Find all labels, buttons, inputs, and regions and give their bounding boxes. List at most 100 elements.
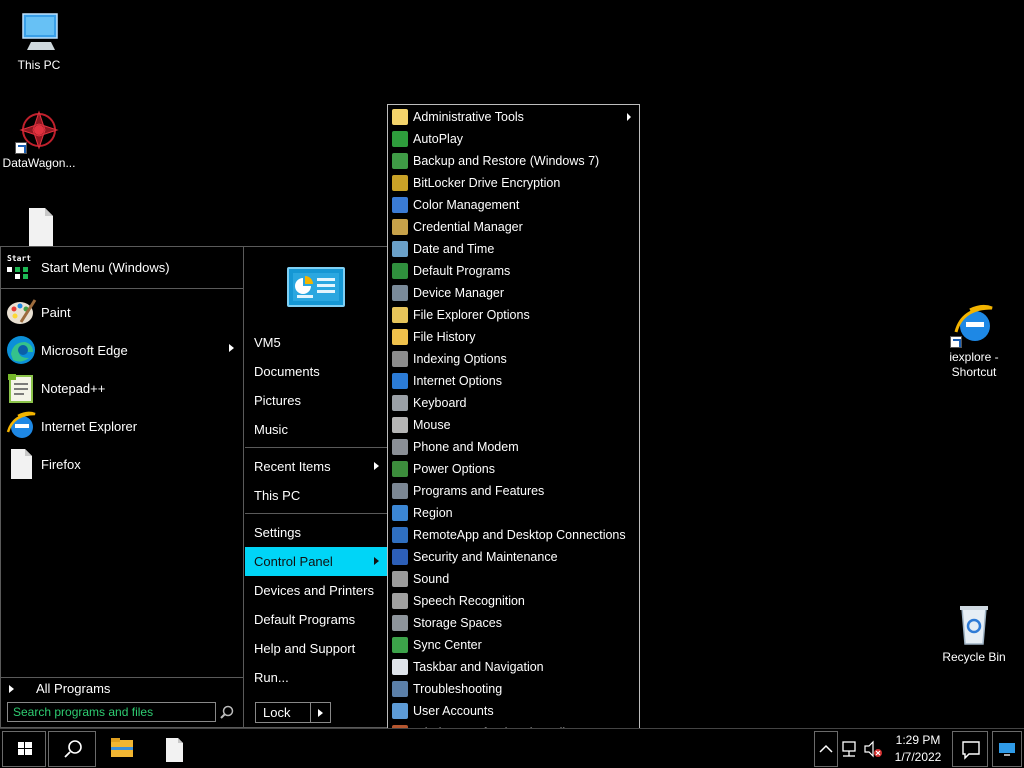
program-paint[interactable]: Paint [1, 293, 244, 331]
desktop-icon-datawagon[interactable]: DataWagon... [0, 108, 78, 171]
volume-tray-icon[interactable] [862, 737, 884, 761]
default-programs-icon [392, 263, 408, 279]
right-item-default-programs[interactable]: Default Programs [245, 605, 387, 634]
submenu-arrow-icon [374, 557, 379, 565]
control-panel-item-default-programs[interactable]: Default Programs [388, 260, 639, 282]
control-panel-item-remoteapp-and-desktop-connections[interactable]: RemoteApp and Desktop Connections [388, 524, 639, 546]
program-firefox[interactable]: Firefox [1, 445, 244, 483]
control-panel-item-mouse[interactable]: Mouse [388, 414, 639, 436]
mouse-icon [392, 417, 408, 433]
start-menu: Start Start Menu (Windows) Paint Microso… [0, 246, 388, 728]
control-panel-item-power-options[interactable]: Power Options [388, 458, 639, 480]
right-item-control-panel[interactable]: Control Panel [245, 547, 387, 576]
indexing-icon [392, 351, 408, 367]
control-panel-item-color-management[interactable]: Color Management [388, 194, 639, 216]
control-panel-item-sound[interactable]: Sound [388, 568, 639, 590]
desktop-icon-this-pc[interactable]: This PC [0, 10, 78, 73]
right-item-run[interactable]: Run... [245, 663, 387, 692]
all-programs-button[interactable]: All Programs [1, 677, 244, 699]
start-menu-logo-icon: Start [7, 254, 35, 281]
control-panel-item-label: RemoteApp and Desktop Connections [413, 528, 626, 542]
right-item-label: Run... [254, 670, 289, 685]
control-panel-item-user-accounts[interactable]: User Accounts [388, 700, 639, 722]
control-panel-item-label: Security and Maintenance [413, 550, 558, 564]
divider [245, 447, 387, 448]
show-hidden-icons-button[interactable] [814, 731, 838, 767]
network-icon [842, 741, 856, 757]
right-item-documents[interactable]: Documents [245, 357, 387, 386]
right-item-vm5[interactable]: VM5 [245, 328, 387, 357]
control-panel-item-phone-and-modem[interactable]: Phone and Modem [388, 436, 639, 458]
control-panel-item-backup-and-restore-windows-7[interactable]: Backup and Restore (Windows 7) [388, 150, 639, 172]
start-menu-header[interactable]: Start Start Menu (Windows) [1, 247, 244, 289]
start-menu-left-column: Start Start Menu (Windows) Paint Microso… [1, 247, 244, 727]
credential-icon [392, 219, 408, 235]
right-item-label: This PC [254, 488, 301, 503]
control-panel-item-bitlocker-drive-encryption[interactable]: BitLocker Drive Encryption [388, 172, 639, 194]
start-button[interactable] [2, 731, 46, 767]
desktop-icon-iexplore-shortcut[interactable]: iexplore - Shortcut [935, 302, 1013, 380]
user-picture-avatar[interactable] [287, 267, 345, 307]
control-panel-item-file-history[interactable]: File History [388, 326, 639, 348]
lock-button[interactable]: Lock [255, 702, 311, 723]
search-icon[interactable] [219, 704, 235, 720]
network-tray-icon[interactable] [840, 737, 860, 761]
program-notepad-plus-plus[interactable]: Notepad++ [1, 369, 244, 407]
control-panel-item-speech-recognition[interactable]: Speech Recognition [388, 590, 639, 612]
sync-icon [392, 637, 408, 653]
control-panel-item-device-manager[interactable]: Device Manager [388, 282, 639, 304]
clock[interactable]: 1:29 PM 1/7/2022 [886, 732, 950, 766]
control-panel-item-administrative-tools[interactable]: Administrative Tools [388, 106, 639, 128]
globe-icon [392, 505, 408, 521]
search-icon [64, 740, 82, 758]
control-panel-item-autoplay[interactable]: AutoPlay [388, 128, 639, 150]
show-desktop-button[interactable] [992, 731, 1022, 767]
lock-label: Lock [263, 705, 291, 720]
control-panel-item-internet-options[interactable]: Internet Options [388, 370, 639, 392]
right-item-recent-items[interactable]: Recent Items [245, 452, 387, 481]
color-management-icon [392, 197, 408, 213]
action-center-button[interactable] [952, 731, 988, 767]
control-panel-item-indexing-options[interactable]: Indexing Options [388, 348, 639, 370]
control-panel-item-troubleshooting[interactable]: Troubleshooting [388, 678, 639, 700]
right-item-music[interactable]: Music [245, 415, 387, 444]
right-item-label: Help and Support [254, 641, 356, 656]
control-panel-item-keyboard[interactable]: Keyboard [388, 392, 639, 414]
search-placeholder: Search programs and files [13, 705, 154, 719]
desktop-icon-file[interactable] [0, 206, 78, 246]
right-item-settings[interactable]: Settings [245, 518, 387, 547]
control-panel-item-taskbar-and-navigation[interactable]: Taskbar and Navigation [388, 656, 639, 678]
taskbar-search-button[interactable] [48, 731, 96, 767]
right-item-help-support[interactable]: Help and Support [245, 634, 387, 663]
control-panel-item-programs-and-features[interactable]: Programs and Features [388, 480, 639, 502]
control-panel-item-region[interactable]: Region [388, 502, 639, 524]
clock-time: 1:29 PM [895, 733, 941, 747]
submenu-arrow-icon [374, 462, 379, 470]
control-panel-item-storage-spaces[interactable]: Storage Spaces [388, 612, 639, 634]
autoplay-icon [392, 131, 408, 147]
microphone-icon [392, 593, 408, 609]
search-input[interactable]: Search programs and files [7, 702, 216, 722]
right-item-label: Recent Items [254, 459, 331, 474]
control-panel-item-file-explorer-options[interactable]: File Explorer Options [388, 304, 639, 326]
control-panel-item-credential-manager[interactable]: Credential Manager [388, 216, 639, 238]
desktop-icon-recycle-bin[interactable]: Recycle Bin [935, 602, 1013, 665]
program-internet-explorer[interactable]: Internet Explorer [1, 407, 244, 445]
shutdown-options-arrow-button[interactable] [311, 702, 331, 723]
program-microsoft-edge[interactable]: Microsoft Edge [1, 331, 244, 369]
clock-icon [392, 241, 408, 257]
right-item-label: Default Programs [254, 612, 356, 627]
control-panel-item-sync-center[interactable]: Sync Center [388, 634, 639, 656]
control-panel-item-label: Default Programs [413, 264, 511, 278]
right-item-label: Settings [254, 525, 301, 540]
right-item-pictures[interactable]: Pictures [245, 386, 387, 415]
right-item-devices-printers[interactable]: Devices and Printers [245, 576, 387, 605]
right-item-this-pc[interactable]: This PC [245, 481, 387, 510]
control-panel-item-security-and-maintenance[interactable]: Security and Maintenance [388, 546, 639, 568]
file-explorer-taskbar-button[interactable] [104, 733, 140, 765]
power-icon [392, 461, 408, 477]
control-panel-item-date-and-time[interactable]: Date and Time [388, 238, 639, 260]
document-taskbar-button[interactable] [156, 733, 192, 765]
chevron-up-icon [819, 744, 833, 753]
notepad-plus-plus-icon [5, 372, 37, 404]
